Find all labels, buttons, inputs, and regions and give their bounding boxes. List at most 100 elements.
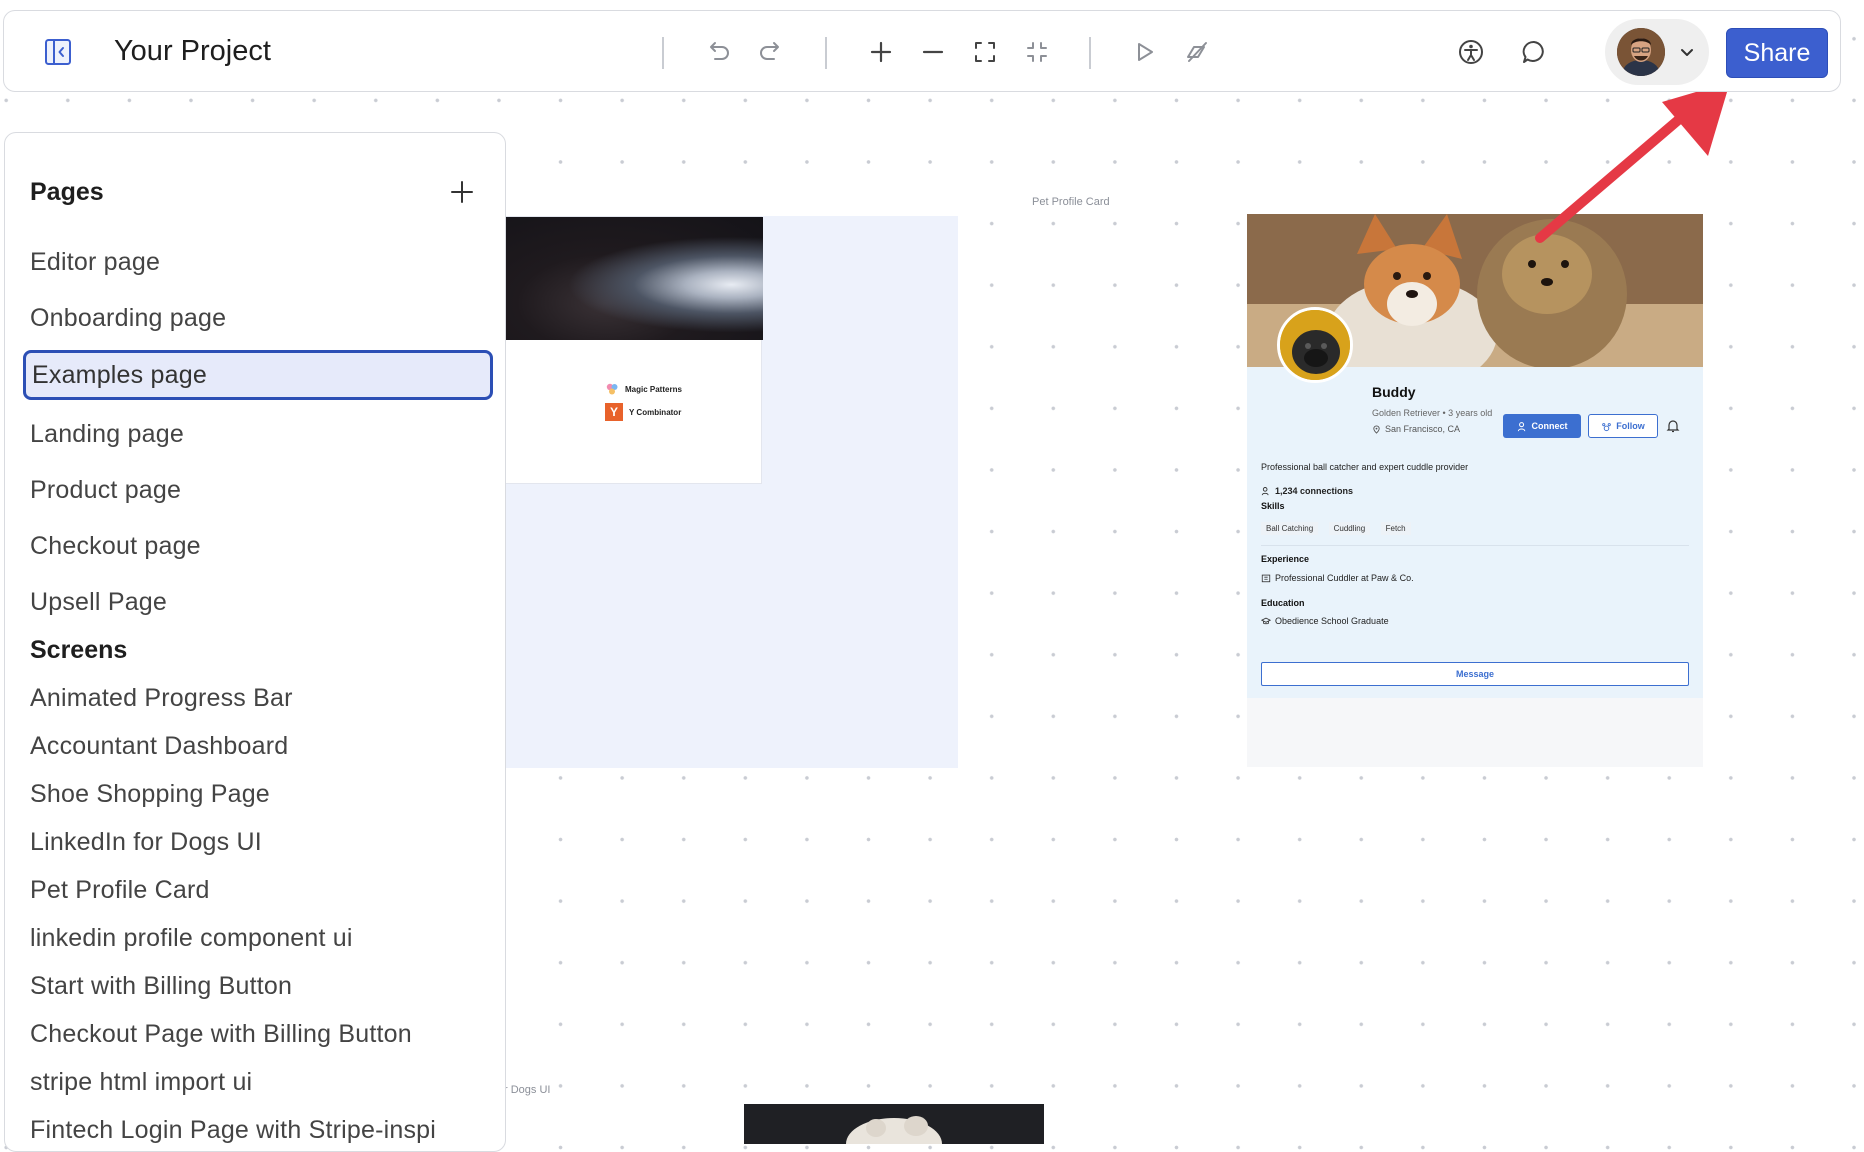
skill-chip: Fetch bbox=[1380, 522, 1411, 535]
follow-label: Follow bbox=[1616, 421, 1645, 431]
frame-label-dogs-ui: r Dogs UI bbox=[504, 1084, 551, 1096]
toolbar-divider bbox=[1089, 37, 1091, 69]
education-item: Obedience School Graduate bbox=[1261, 616, 1389, 626]
pet-bio: Professional ball catcher and expert cud… bbox=[1261, 462, 1469, 472]
screen-item[interactable]: Checkout Page with Billing Button bbox=[30, 1020, 412, 1049]
collapse-button[interactable] bbox=[1015, 30, 1059, 74]
screen-item[interactable]: Start with Billing Button bbox=[30, 972, 292, 1001]
paw-icon bbox=[1602, 422, 1612, 431]
education-heading: Education bbox=[1261, 598, 1305, 608]
play-button[interactable] bbox=[1122, 30, 1166, 74]
zoom-in-icon bbox=[870, 41, 892, 63]
user-menu[interactable] bbox=[1605, 19, 1709, 85]
page-item-product[interactable]: Product page bbox=[30, 476, 181, 505]
fit-screen-icon bbox=[975, 42, 995, 62]
skill-chip: Ball Catching bbox=[1261, 522, 1319, 535]
logo-row-magic-patterns: Magic Patterns bbox=[605, 382, 682, 396]
pet-avatar bbox=[1277, 307, 1353, 383]
building-icon bbox=[1261, 574, 1271, 583]
accessibility-icon bbox=[1459, 40, 1483, 64]
partner-logos-card: Magic Patterns Y Y Combinator bbox=[500, 216, 763, 484]
undo-icon bbox=[710, 42, 729, 60]
screen-item[interactable]: LinkedIn for Dogs UI bbox=[30, 828, 262, 857]
pages-heading: Pages bbox=[30, 178, 104, 206]
screen-item[interactable]: Accountant Dashboard bbox=[30, 732, 288, 761]
screen-item[interactable]: Shoe Shopping Page bbox=[30, 780, 270, 809]
examples-frame[interactable]: Magic Patterns Y Y Combinator bbox=[500, 216, 958, 768]
hide-preview-button[interactable] bbox=[1175, 30, 1219, 74]
graduation-cap-icon bbox=[1261, 617, 1271, 625]
share-button[interactable]: Share bbox=[1726, 28, 1828, 78]
screens-heading: Screens bbox=[30, 636, 128, 664]
redo-icon bbox=[760, 42, 779, 60]
experience-heading: Experience bbox=[1261, 554, 1310, 564]
logo-label: Y Combinator bbox=[629, 407, 682, 417]
red-arrow-annotation bbox=[1535, 82, 1730, 243]
logo-row-y-combinator: Y Y Combinator bbox=[605, 403, 681, 421]
play-icon bbox=[1138, 43, 1153, 61]
pet-subtitle: Golden Retriever • 3 years old bbox=[1372, 408, 1493, 418]
chevron-down-icon bbox=[1681, 49, 1693, 56]
screen-item[interactable]: Pet Profile Card bbox=[30, 876, 210, 905]
pet-connections: 1,234 connections bbox=[1261, 486, 1353, 496]
y-combinator-icon: Y bbox=[605, 403, 623, 421]
sidebar-toggle-button[interactable] bbox=[36, 30, 80, 74]
magic-patterns-icon bbox=[606, 383, 618, 395]
page-item-checkout[interactable]: Checkout page bbox=[30, 532, 201, 561]
follow-button[interactable]: Follow bbox=[1588, 414, 1658, 438]
page-item-landing[interactable]: Landing page bbox=[30, 420, 184, 449]
education-text: Obedience School Graduate bbox=[1275, 616, 1389, 626]
connections-text: 1,234 connections bbox=[1275, 486, 1354, 496]
collapse-icon bbox=[1027, 42, 1047, 62]
page-item-onboarding[interactable]: Onboarding page bbox=[30, 304, 226, 333]
toolbar-divider bbox=[662, 37, 664, 69]
project-title[interactable]: Your Project bbox=[114, 35, 271, 68]
screen-item[interactable]: Animated Progress Bar bbox=[30, 684, 293, 713]
sidebar-toggle-icon bbox=[45, 39, 71, 65]
page-item-upsell[interactable]: Upsell Page bbox=[30, 588, 167, 617]
pages-sidebar: Pages Editor page Onboarding page Exampl… bbox=[4, 132, 506, 1152]
screen-item[interactable]: stripe html import ui bbox=[30, 1068, 252, 1097]
divider bbox=[1261, 545, 1689, 546]
experience-text: Professional Cuddler at Paw & Co. bbox=[1275, 573, 1414, 583]
page-item-examples[interactable]: Examples page bbox=[23, 350, 493, 400]
location-pin-icon bbox=[1373, 424, 1380, 434]
connect-label: Connect bbox=[1531, 421, 1568, 431]
page-item-editor[interactable]: Editor page bbox=[30, 248, 160, 277]
top-toolbar: Your Project Share bbox=[3, 10, 1841, 92]
screen-item[interactable]: Fintech Login Page with Stripe-inspi bbox=[30, 1116, 436, 1145]
skills-heading: Skills bbox=[1261, 501, 1285, 511]
comment-button[interactable] bbox=[1512, 30, 1556, 74]
pet-name: Buddy bbox=[1372, 384, 1416, 400]
comment-icon bbox=[1522, 40, 1544, 63]
hide-preview-icon bbox=[1187, 42, 1207, 62]
accessibility-button[interactable] bbox=[1449, 30, 1493, 74]
message-button[interactable]: Message bbox=[1261, 662, 1689, 686]
undo-button[interactable] bbox=[696, 30, 740, 74]
frame-label-pet-profile: Pet Profile Card bbox=[1032, 196, 1110, 208]
bell-icon[interactable] bbox=[1665, 418, 1681, 434]
redo-button[interactable] bbox=[749, 30, 793, 74]
connections-icon bbox=[1261, 487, 1269, 496]
logo-label: Magic Patterns bbox=[625, 384, 682, 394]
skills-list: Ball Catching Cuddling Fetch bbox=[1261, 518, 1417, 536]
users-icon bbox=[1517, 421, 1525, 431]
skill-chip: Cuddling bbox=[1328, 522, 1371, 535]
pet-profile-frame[interactable]: Buddy Golden Retriever • 3 years old San… bbox=[1247, 214, 1703, 767]
avatar bbox=[1617, 28, 1665, 76]
pet-location-text: San Francisco, CA bbox=[1385, 424, 1461, 434]
connect-button[interactable]: Connect bbox=[1503, 414, 1581, 438]
add-page-icon[interactable] bbox=[445, 175, 479, 209]
zoom-out-icon bbox=[922, 50, 944, 54]
zoom-out-button[interactable] bbox=[911, 30, 955, 74]
fit-screen-button[interactable] bbox=[963, 30, 1007, 74]
hero-image bbox=[501, 217, 763, 340]
experience-item: Professional Cuddler at Paw & Co. bbox=[1261, 573, 1414, 583]
toolbar-divider bbox=[825, 37, 827, 69]
pet-location: San Francisco, CA bbox=[1372, 424, 1460, 434]
zoom-in-button[interactable] bbox=[859, 30, 903, 74]
screen-item[interactable]: linkedin profile component ui bbox=[30, 924, 353, 953]
pet-profile-card: Buddy Golden Retriever • 3 years old San… bbox=[1247, 214, 1703, 698]
white-dog-photo bbox=[744, 1104, 1044, 1144]
dog-photo-frame[interactable] bbox=[744, 1104, 1044, 1144]
